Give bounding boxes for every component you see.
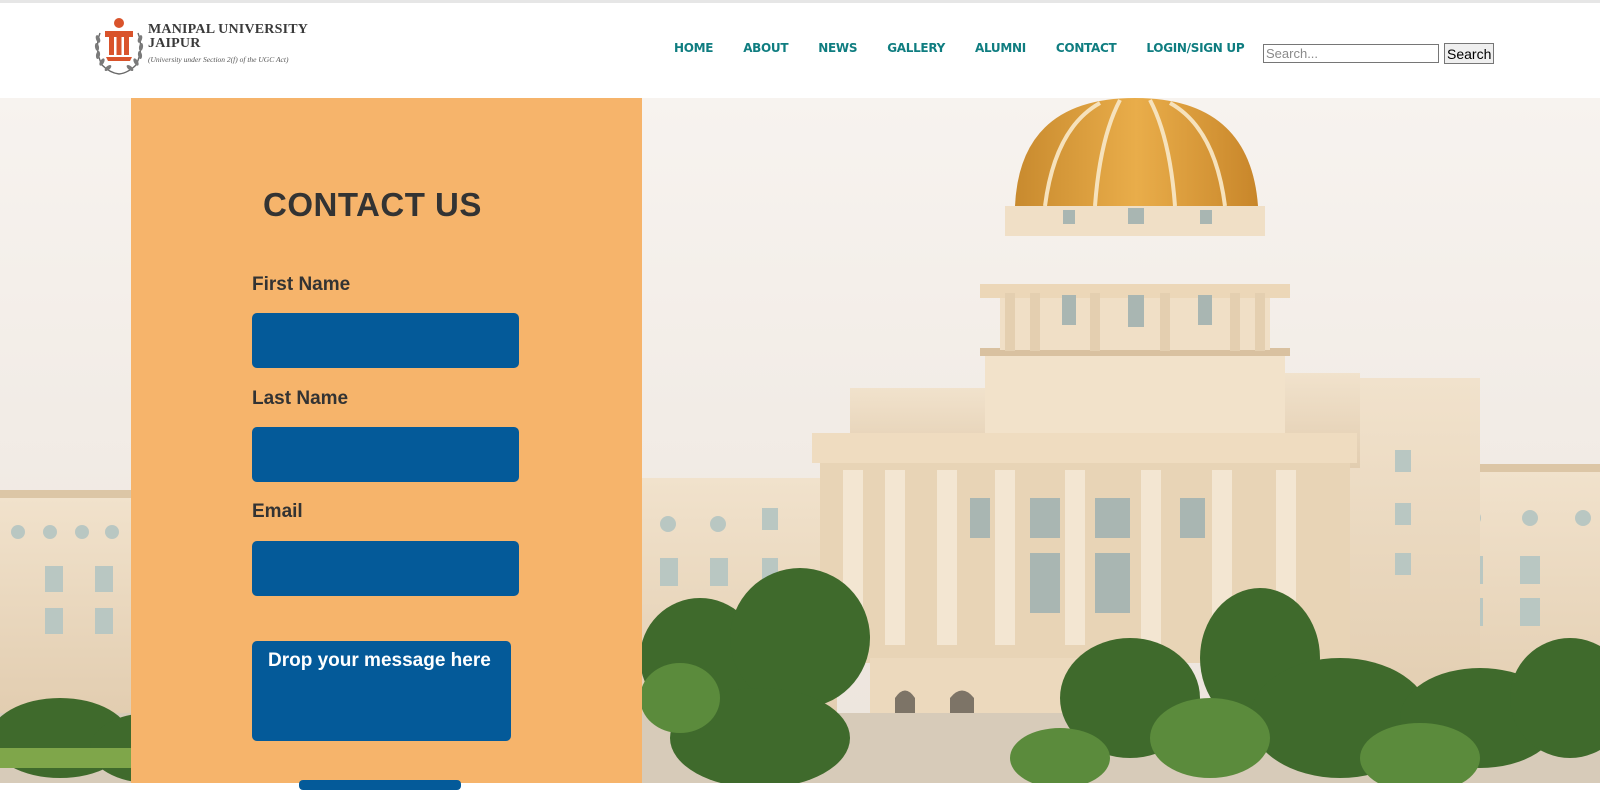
university-tagline: (University under Section 2(f) of the UG… <box>148 55 289 64</box>
contact-title: CONTACT US <box>263 186 482 223</box>
email-field[interactable] <box>252 541 519 596</box>
last-name-label: Last Name <box>252 388 349 409</box>
last-name-field[interactable] <box>252 427 519 482</box>
nav-alumni[interactable]: ALUMNI <box>975 41 1026 55</box>
university-emblem-icon <box>94 18 144 75</box>
site-logo[interactable]: MANIPAL UNIVERSITY JAIPUR (University un… <box>92 13 312 81</box>
main-nav: HOME ABOUT NEWS GALLERY ALUMNI CONTACT L… <box>674 41 1245 55</box>
nav-contact[interactable]: CONTACT <box>1056 41 1117 55</box>
message-placeholder: Drop your message here <box>268 650 491 671</box>
nav-gallery[interactable]: GALLERY <box>887 41 945 55</box>
submit-button[interactable] <box>299 780 461 790</box>
search-input[interactable] <box>1263 44 1439 63</box>
search-button[interactable]: Search <box>1444 43 1495 64</box>
university-name-line2: JAIPUR <box>148 36 201 51</box>
university-name: MANIPAL UNIVERSITY JAIPUR <box>148 23 308 51</box>
site-header: MANIPAL UNIVERSITY JAIPUR (University un… <box>0 3 1600 98</box>
nav-login-signup[interactable]: LOGIN/SIGN UP <box>1146 41 1244 55</box>
contact-form-panel: CONTACT US First Name Last Name Email Dr… <box>131 98 642 790</box>
email-label: Email <box>252 501 303 522</box>
nav-about[interactable]: ABOUT <box>743 41 788 55</box>
university-name-line1: MANIPAL UNIVERSITY <box>148 22 309 37</box>
message-textarea[interactable]: Drop your message here <box>252 641 511 741</box>
nav-news[interactable]: NEWS <box>818 41 857 55</box>
search-bar: Search <box>1263 43 1495 64</box>
first-name-field[interactable] <box>252 313 519 368</box>
first-name-label: First Name <box>252 274 351 295</box>
nav-home[interactable]: HOME <box>674 41 713 55</box>
